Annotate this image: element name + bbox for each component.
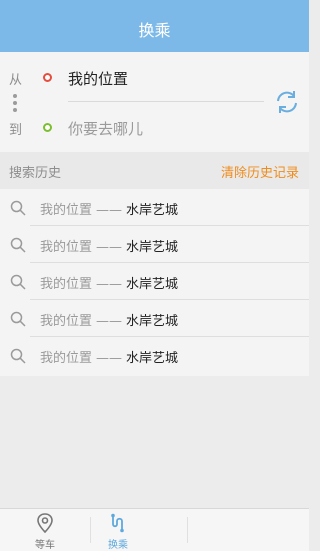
destination-field[interactable]: 你要去哪儿 [68,118,143,139]
vertical-dots-icon [13,94,17,115]
tab-divider [187,517,188,543]
history-destination: 水岸艺城 [126,314,179,329]
top-bar: 换乘 [0,0,309,52]
from-label: 从 [9,73,23,88]
history-destination: 水岸艺城 [126,203,179,218]
history-origin: 我的位置 [40,203,93,218]
page-title: 换乘 [138,21,171,40]
list-item[interactable]: 我的位置 —— 水岸艺城 [0,300,309,337]
swap-refresh-icon[interactable] [273,88,301,116]
history-title: 搜索历史 [9,166,62,181]
bottom-tab-bar: 等车 换乘 [0,508,309,551]
history-destination: 水岸艺城 [126,240,179,255]
tab-third[interactable] [200,509,290,551]
location-pin-icon [37,513,53,533]
search-icon [10,274,26,290]
search-icon [10,348,26,364]
history-separator: —— [96,240,123,255]
history-separator: —— [96,203,123,218]
search-icon [10,237,26,253]
history-destination: 水岸艺城 [126,351,179,366]
list-item[interactable]: 我的位置 —— 水岸艺城 [0,189,309,226]
list-item[interactable]: 我的位置 —— 水岸艺城 [0,226,309,263]
list-item[interactable]: 我的位置 —— 水岸艺城 [0,263,309,300]
destination-dot-icon [43,123,52,132]
history-origin: 我的位置 [40,314,93,329]
history-header: 搜索历史 清除历史记录 [0,152,309,189]
search-icon [10,200,26,216]
clear-history-button[interactable]: 清除历史记录 [221,162,299,181]
history-origin: 我的位置 [40,277,93,292]
origin-dot-icon [43,73,52,82]
tab-transfer[interactable]: 换乘 [73,509,163,551]
history-separator: —— [96,277,123,292]
list-item[interactable]: 我的位置 —— 水岸艺城 [0,337,309,374]
history-origin: 我的位置 [40,351,93,366]
tab-label: 换乘 [108,540,128,551]
history-origin: 我的位置 [40,240,93,255]
route-panel: 从 我的位置 到 你要去哪儿 [0,52,309,152]
search-icon [10,311,26,327]
history-list: 我的位置 —— 水岸艺城 我的位置 —— 水岸艺城 我的位置 —— 水岸艺城 我的位置 —— 水… [0,189,309,376]
history-separator: —— [96,314,123,329]
history-separator: —— [96,351,123,366]
to-label: 到 [9,123,23,138]
route-divider [68,101,264,102]
history-destination: 水岸艺城 [126,277,179,292]
route-icon [111,513,124,533]
origin-field[interactable]: 我的位置 [68,68,128,89]
